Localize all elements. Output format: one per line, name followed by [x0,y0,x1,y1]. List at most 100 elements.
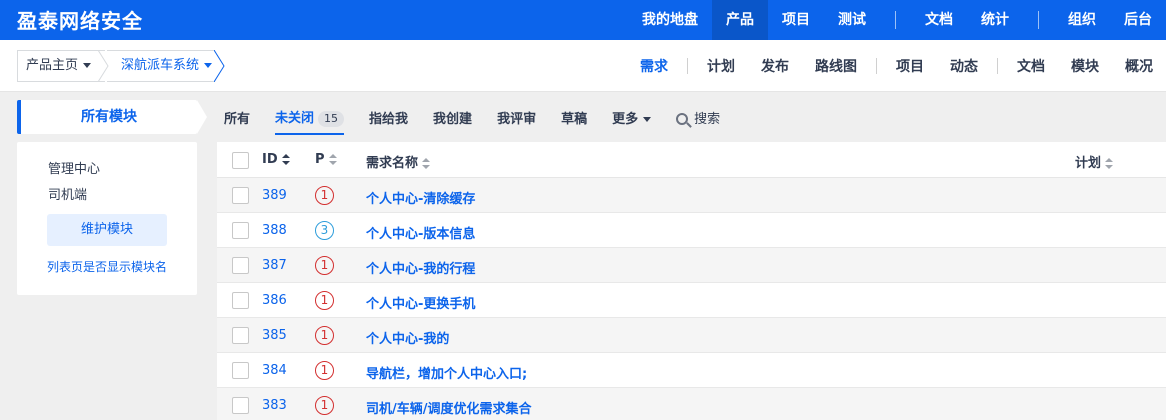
story-name-link[interactable]: 个人中心-我的行程 [366,258,475,277]
story-name-link[interactable]: 个人中心-我的 [366,328,449,347]
table-row[interactable]: 384 1 导航栏，增加个人中心入口; [217,353,1166,388]
top-nav-item[interactable]: 后台 [1110,0,1166,40]
col-plan-header[interactable]: 计划 [1075,152,1114,171]
product-subnav: 需求 计划 发布 路线图 项目 动态 文档 模块 概况 [627,40,1166,92]
sub-header: 产品主页 深航派车系统 需求 计划 发布 路线图 项目 动态 文档 模块 概况 [0,40,1166,92]
priority-badge: 1 [315,361,334,380]
row-checkbox[interactable] [232,257,249,274]
subnav-separator [997,58,998,74]
story-id-link[interactable]: 389 [262,188,287,203]
subnav-item[interactable]: 路线图 [802,56,870,76]
table-row[interactable]: 388 3 个人中心-版本信息 [217,213,1166,248]
top-nav-item[interactable]: 统计 [967,0,1023,40]
row-checkbox[interactable] [232,292,249,309]
table-row[interactable]: 383 1 司机/车辆/调度优化需求集合 [217,388,1166,420]
story-name-link[interactable]: 导航栏，增加个人中心入口; [366,363,527,382]
tab-unclosed[interactable]: 未关闭 15 [275,107,345,135]
tab-created-by-me[interactable]: 我创建 [433,108,472,127]
col-priority-header[interactable]: P [315,152,337,167]
story-id-link[interactable]: 383 [262,398,287,413]
all-modules-arrow [197,100,207,134]
subnav-item[interactable]: 动态 [937,56,991,76]
table-row[interactable]: 385 1 个人中心-我的 [217,318,1166,353]
subnav-item[interactable]: 计划 [694,56,748,76]
col-name-header[interactable]: 需求名称 [366,152,431,171]
subnav-item[interactable]: 概况 [1112,56,1166,76]
top-nav-item[interactable]: 文档 [911,0,967,40]
sort-icon [422,158,431,169]
module-item-admin-center[interactable]: 管理中心 [48,158,100,177]
top-nav-item[interactable]: 测试 [824,0,880,40]
row-checkbox[interactable] [232,222,249,239]
story-id-link[interactable]: 386 [262,293,287,308]
subnav-separator [876,58,877,74]
table-row[interactable]: 386 1 个人中心-更换手机 [217,283,1166,318]
story-name-link[interactable]: 个人中心-清除缓存 [366,188,475,207]
tab-more[interactable]: 更多 [612,108,652,127]
priority-badge: 1 [315,326,334,345]
col-name-label: 需求名称 [366,156,419,171]
nav-separator [1038,11,1039,29]
show-module-name-link[interactable]: 列表页是否显示模块名 [17,258,197,275]
row-checkbox[interactable] [232,397,249,414]
priority-badge: 1 [315,291,334,310]
select-all-checkbox[interactable] [232,152,249,169]
top-nav-item[interactable]: 组织 [1054,0,1110,40]
priority-badge: 1 [315,396,334,415]
sort-icon [328,154,337,165]
table-row[interactable]: 387 1 个人中心-我的行程 [217,248,1166,283]
chevron-down-icon [643,116,652,122]
subnav-item[interactable]: 发布 [748,56,802,76]
breadcrumb-product-home[interactable]: 产品主页 [17,50,105,82]
col-id-label: ID [262,152,278,167]
table-header: ID P 需求名称 计划 [217,142,1166,178]
tab-reviewed-by-me[interactable]: 我评审 [497,108,536,127]
search-label: 搜索 [694,111,721,127]
subnav-item[interactable]: 需求 [627,56,681,76]
table-row[interactable]: 389 1 个人中心-清除缓存 [217,178,1166,213]
module-item-driver[interactable]: 司机端 [48,184,87,203]
tab-draft[interactable]: 草稿 [561,108,587,127]
top-nav-item[interactable]: 我的地盘 [628,0,712,40]
sort-icon [281,154,290,165]
breadcrumb-home-label: 产品主页 [26,58,79,73]
breadcrumb-end-icon [214,50,225,82]
story-name-link[interactable]: 个人中心-版本信息 [366,223,475,242]
breadcrumb-product-select[interactable]: 深航派车系统 [107,50,215,82]
story-name-link[interactable]: 个人中心-更换手机 [366,293,475,312]
tab-assigned-to-me[interactable]: 指给我 [369,108,408,127]
story-id-link[interactable]: 384 [262,363,287,378]
row-checkbox[interactable] [232,327,249,344]
unclosed-count-badge: 15 [318,111,345,127]
subnav-item[interactable]: 模块 [1058,56,1112,76]
top-navbar: 盈泰网络安全 我的地盘 产品 项目 测试 文档 统计 组织 后台 [0,0,1166,40]
chevron-down-icon [204,63,213,68]
search-icon [676,112,689,125]
subnav-item[interactable]: 项目 [883,56,937,76]
nav-separator [895,11,896,29]
story-id-link[interactable]: 385 [262,328,287,343]
story-id-link[interactable]: 388 [262,223,287,238]
all-modules-title[interactable]: 所有模块 [17,100,197,134]
story-name-link[interactable]: 司机/车辆/调度优化需求集合 [366,398,532,417]
brand-title[interactable]: 盈泰网络安全 [17,5,143,34]
tab-more-label: 更多 [612,111,639,127]
tab-all[interactable]: 所有 [224,108,250,127]
priority-badge: 3 [315,221,334,240]
story-id-link[interactable]: 387 [262,258,287,273]
priority-badge: 1 [315,186,334,205]
maintain-modules-button[interactable]: 维护模块 [47,214,167,246]
subnav-separator [687,58,688,74]
col-plan-label: 计划 [1075,156,1102,171]
story-filter-tabs: 所有 未关闭 15 指给我 我创建 我评审 草稿 更多 搜索 [224,100,745,135]
search-toggle[interactable]: 搜索 [676,108,720,127]
row-checkbox[interactable] [232,362,249,379]
top-nav-item[interactable]: 项目 [768,0,824,40]
tab-unclosed-label: 未关闭 [275,111,315,126]
priority-badge: 1 [315,256,334,275]
top-nav-item[interactable]: 产品 [712,0,768,40]
row-checkbox[interactable] [232,187,249,204]
subnav-item[interactable]: 文档 [1004,56,1058,76]
col-id-header[interactable]: ID [262,152,290,167]
breadcrumb-product-label: 深航派车系统 [121,58,200,73]
